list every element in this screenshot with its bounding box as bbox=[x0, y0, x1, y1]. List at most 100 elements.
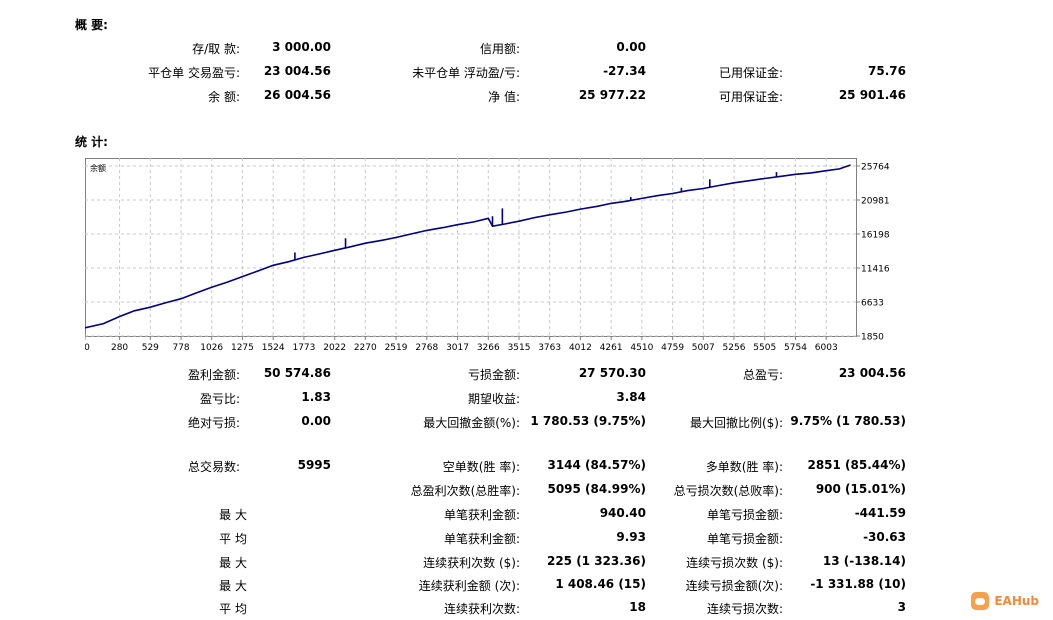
x-tick-label: 529 bbox=[142, 343, 159, 353]
stat-label: 绝对亏损: bbox=[187, 416, 240, 430]
x-tick-label: 5505 bbox=[753, 343, 776, 353]
plot-area bbox=[85, 158, 857, 337]
stat-label: 总盈亏: bbox=[742, 368, 783, 382]
y-tick-label: 1850 bbox=[861, 333, 884, 343]
stat-label: 余 额: bbox=[208, 90, 240, 104]
stat-row-label: 最 大 bbox=[219, 556, 247, 570]
x-tick-label: 6003 bbox=[815, 343, 838, 353]
stat-value: 0.00 bbox=[616, 40, 646, 54]
stat-label: 连续亏损次数: bbox=[706, 602, 783, 616]
x-tick-label: 4759 bbox=[661, 343, 684, 353]
stat-value: 940.40 bbox=[599, 506, 646, 520]
statistics-title: 统 计: bbox=[75, 135, 108, 149]
stat-value: -30.63 bbox=[863, 530, 906, 544]
x-tick-label: 1773 bbox=[292, 343, 315, 353]
stat-label: 单笔获利金额: bbox=[443, 508, 520, 522]
stat-label: 盈亏比: bbox=[199, 392, 240, 406]
stat-label: 连续亏损金额(次): bbox=[685, 579, 783, 593]
stat-label: 连续亏损次数 ($): bbox=[686, 556, 783, 570]
stat-label: 连续获利次数 ($): bbox=[423, 556, 520, 570]
x-tick-label: 4261 bbox=[600, 343, 623, 353]
stat-label: 盈利金额: bbox=[187, 368, 240, 382]
stat-label: 已用保证金: bbox=[718, 66, 783, 80]
stat-value: 9.75% (1 780.53) bbox=[790, 414, 906, 428]
stat-value: 27 570.30 bbox=[578, 366, 646, 380]
stat-value: 1 408.46 (15) bbox=[555, 577, 646, 591]
stat-value: 50 574.86 bbox=[263, 366, 331, 380]
stat-value: 1.83 bbox=[301, 390, 331, 404]
chart-title: 余额 bbox=[90, 163, 106, 173]
x-tick-label: 3763 bbox=[538, 343, 561, 353]
y-tick-label: 25764 bbox=[861, 163, 890, 173]
stat-value: 3144 (84.57%) bbox=[547, 458, 646, 472]
stat-value: 1 780.53 (9.75%) bbox=[530, 414, 646, 428]
stat-value: 9.93 bbox=[616, 530, 646, 544]
summary-title: 概 要: bbox=[75, 18, 108, 32]
y-tick-label: 6633 bbox=[861, 298, 884, 308]
stat-label: 净 值: bbox=[488, 90, 520, 104]
stat-label: 单笔亏损金额: bbox=[706, 508, 783, 522]
eahub-logo-icon bbox=[971, 592, 990, 610]
x-tick-label: 3266 bbox=[477, 343, 500, 353]
x-tick-label: 3515 bbox=[508, 343, 531, 353]
x-tick-label: 3017 bbox=[446, 343, 469, 353]
stat-label: 平仓单 交易盈亏: bbox=[148, 66, 240, 80]
stat-value: 25 901.46 bbox=[838, 88, 906, 102]
stat-label: 亏损金额: bbox=[467, 368, 520, 382]
stat-label: 信用额: bbox=[479, 42, 520, 56]
y-tick-label: 20981 bbox=[861, 197, 890, 207]
watermark-text: EAHub bbox=[994, 594, 1039, 608]
x-tick-label: 1275 bbox=[231, 343, 254, 353]
x-tick-label: 1026 bbox=[200, 343, 223, 353]
stat-label: 期望收益: bbox=[467, 392, 520, 406]
y-tick-label: 11416 bbox=[861, 264, 890, 274]
stat-value: 3.84 bbox=[616, 390, 646, 404]
stat-row-label: 最 大 bbox=[219, 508, 247, 522]
stat-value: 26 004.56 bbox=[263, 88, 331, 102]
stat-label: 连续获利次数: bbox=[443, 602, 520, 616]
stat-row-label: 最 大 bbox=[219, 579, 247, 593]
x-tick-label: 2519 bbox=[385, 343, 408, 353]
balance-chart: 1850 6633 11416 16198 20981 25764 0 280 529 778 10… bbox=[85, 158, 890, 353]
stat-value: 13 (-138.14) bbox=[822, 554, 906, 568]
x-tick-label: 2768 bbox=[415, 343, 438, 353]
stat-value: 25 977.22 bbox=[578, 88, 646, 102]
x-tick-label: 778 bbox=[172, 343, 189, 353]
stat-value: 5995 bbox=[297, 458, 331, 472]
stat-row-label: 平 均 bbox=[219, 532, 247, 546]
y-tick-label: 16198 bbox=[861, 231, 890, 241]
stat-value: 2851 (85.44%) bbox=[807, 458, 906, 472]
stat-value: -441.59 bbox=[854, 506, 906, 520]
x-tick-label: 4012 bbox=[569, 343, 592, 353]
stat-value: -1 331.88 (10) bbox=[810, 577, 906, 591]
stat-label: 连续获利金额 (次): bbox=[418, 579, 520, 593]
x-tick-label: 2022 bbox=[323, 343, 346, 353]
stat-value: 75.76 bbox=[868, 64, 906, 78]
stat-label: 单笔亏损金额: bbox=[706, 532, 783, 546]
stat-label: 总盈利次数(总胜率): bbox=[410, 484, 520, 498]
stat-value: 18 bbox=[629, 600, 646, 614]
stat-value: 23 004.56 bbox=[263, 64, 331, 78]
stat-label: 总亏损次数(总败率): bbox=[673, 484, 783, 498]
stat-label: 可用保证金: bbox=[718, 90, 783, 104]
x-tick-label: 5754 bbox=[784, 343, 807, 353]
stat-label: 多单数(胜 率): bbox=[705, 460, 783, 474]
stat-value: -27.34 bbox=[603, 64, 646, 78]
stat-value: 3 000.00 bbox=[272, 40, 331, 54]
stat-label: 空单数(胜 率): bbox=[442, 460, 520, 474]
stat-value: 225 (1 323.36) bbox=[546, 554, 646, 568]
x-tick-label: 280 bbox=[111, 343, 128, 353]
stat-label: 存/取 款: bbox=[192, 42, 240, 56]
stat-value: 23 004.56 bbox=[838, 366, 906, 380]
x-tick-label: 5256 bbox=[723, 343, 746, 353]
x-tick-label: 4510 bbox=[630, 343, 653, 353]
x-tick-label: 5007 bbox=[692, 343, 715, 353]
stat-label: 总交易数: bbox=[187, 460, 240, 474]
x-tick-label: 1524 bbox=[262, 343, 285, 353]
x-tick-label: 0 bbox=[85, 343, 90, 353]
stat-value: 0.00 bbox=[301, 414, 331, 428]
stat-label: 最大回撤金额(%): bbox=[423, 416, 520, 430]
stat-label: 未平仓单 浮动盈/亏: bbox=[412, 66, 520, 80]
stat-value: 5095 (84.99%) bbox=[547, 482, 646, 496]
x-tick-label: 2270 bbox=[354, 343, 377, 353]
